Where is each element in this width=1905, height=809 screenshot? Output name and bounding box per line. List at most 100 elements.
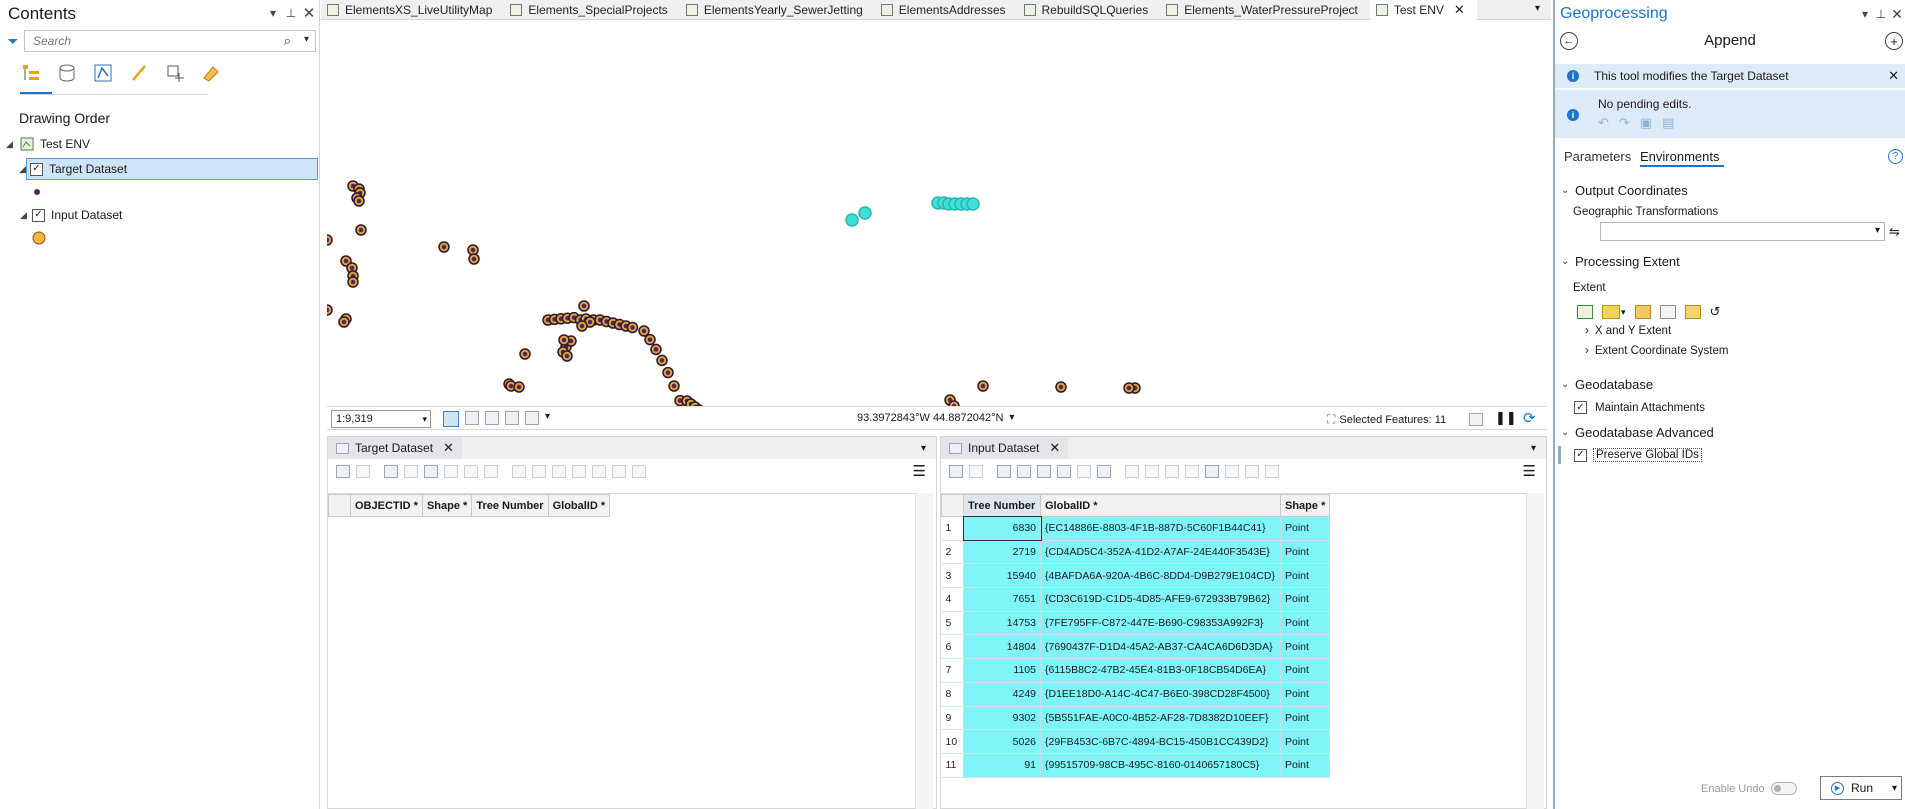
row-number[interactable]: 11 xyxy=(941,753,964,778)
globalid-cell[interactable]: {4BAFDA6A-920A-4B6C-8DD4-D9B279E104CD} xyxy=(1040,563,1281,589)
tab-overflow-icon[interactable]: ▾ xyxy=(1535,0,1551,19)
row-number[interactable]: 4 xyxy=(941,587,964,612)
crosshair-icon[interactable] xyxy=(505,411,519,425)
snapping-icon[interactable] xyxy=(485,411,499,425)
section-processing-extent[interactable]: ⌄ Processing Extent xyxy=(1561,254,1680,269)
globalid-cell[interactable]: {CD3C619D-C1D5-4D85-AFE9-672933B79B62} xyxy=(1040,587,1281,612)
selected-input-point[interactable] xyxy=(966,197,980,211)
column-header[interactable]: Shape * xyxy=(1279,494,1331,517)
row-number[interactable]: 3 xyxy=(941,563,964,589)
zoom-to-selection-icon[interactable] xyxy=(1017,464,1031,478)
section-geodatabase-advanced[interactable]: ⌄ Geodatabase Advanced xyxy=(1561,425,1714,440)
row-number[interactable]: 10 xyxy=(941,729,964,754)
close-icon[interactable]: ✕ xyxy=(1888,68,1899,84)
search-input[interactable] xyxy=(25,31,255,51)
pane-options-icon[interactable]: ▾ xyxy=(264,4,282,22)
shape-cell[interactable]: Point xyxy=(1280,611,1331,636)
table-row[interactable]: 6 14804 {7690437F-D1D4-45A2-AB37-CA4CA6D6D… xyxy=(941,634,1331,660)
close-icon[interactable]: ✕ xyxy=(1454,2,1465,18)
tab-input-dataset[interactable]: Input Dataset ✕ xyxy=(941,437,1069,459)
copy-selection-icon[interactable] xyxy=(1097,464,1111,478)
shape-cell[interactable]: Point xyxy=(1280,516,1331,541)
tree-number-cell[interactable]: 15940 xyxy=(963,563,1041,589)
chevron-down-icon[interactable]: ▾ xyxy=(1009,412,1014,424)
list-by-drawing-order-icon[interactable] xyxy=(20,62,42,84)
tree-number-cell[interactable]: 6830 xyxy=(962,515,1042,542)
globalid-cell[interactable]: {D1EE18D0-A14C-4C47-B6E0-398CD28F4500} xyxy=(1040,682,1281,707)
table-row[interactable]: 3 15940 {4BAFDA6A-920A-4B6C-8DD4-D9B279E10… xyxy=(941,563,1331,589)
column-header[interactable]: GlobalID * xyxy=(1040,494,1281,517)
table-row[interactable]: 7 1105 {6115B8C2-47B2-45E4-81B3-0F18CB54D6… xyxy=(941,658,1331,683)
help-icon[interactable]: ? xyxy=(1888,149,1903,164)
rotation-icon[interactable] xyxy=(1469,413,1483,426)
column-header[interactable]: Tree Number xyxy=(963,494,1041,517)
row-number[interactable]: 1 xyxy=(941,516,964,541)
column-header[interactable]: GlobalID * xyxy=(547,494,611,517)
list-by-labeling-icon[interactable] xyxy=(200,62,222,84)
tree-item-map[interactable]: ◢ Test ENV xyxy=(6,134,306,154)
shape-cell[interactable]: Point xyxy=(1280,658,1331,683)
tab-elements-waterpressureproject[interactable]: Elements_WaterPressureProject xyxy=(1160,0,1370,20)
tab-elementsaddresses[interactable]: ElementsAddresses xyxy=(875,0,1018,20)
chevron-down-icon[interactable]: ▾ xyxy=(921,443,926,454)
tree-number-cell[interactable]: 9302 xyxy=(963,706,1041,731)
intersect-extent-icon[interactable] xyxy=(1684,305,1701,319)
grid-icon[interactable] xyxy=(465,411,479,425)
section-geodatabase[interactable]: ⌄ Geodatabase xyxy=(1561,377,1653,392)
row-number[interactable]: 2 xyxy=(941,540,964,565)
layer-visibility-checkbox[interactable]: ✓ xyxy=(30,162,43,176)
close-icon[interactable]: ✕ xyxy=(300,4,318,22)
globalid-cell[interactable]: {CD4AD5C4-352A-41D2-A7AF-24E440F3543E} xyxy=(1040,540,1281,565)
select-by-attributes-icon[interactable] xyxy=(997,464,1011,478)
table-row[interactable]: 10 5026 {29FB453C-6B7C-4894-BC15-450B1CC43… xyxy=(941,729,1331,754)
switch-selection-icon[interactable] xyxy=(1037,464,1051,478)
filter-icon[interactable]: ⏷ xyxy=(6,33,20,49)
maintain-attachments-option[interactable]: ✓ Maintain Attachments xyxy=(1574,401,1705,414)
chevron-down-icon[interactable]: ▾ xyxy=(1892,783,1897,794)
chevron-down-icon[interactable]: ▾ xyxy=(422,414,427,425)
shape-cell[interactable]: Point xyxy=(1280,563,1331,589)
swap-transformation-icon[interactable]: ⇋ xyxy=(1889,224,1900,240)
close-icon[interactable]: ✕ xyxy=(1049,440,1060,456)
list-by-source-icon[interactable] xyxy=(56,62,78,84)
enable-undo-toggle[interactable]: Enable Undo xyxy=(1701,782,1797,795)
list-by-editing-icon[interactable] xyxy=(128,62,150,84)
map-frame-icon[interactable] xyxy=(443,411,459,427)
menu-icon[interactable]: ☰ xyxy=(1523,462,1536,480)
clear-selection-icon[interactable] xyxy=(1057,464,1071,478)
column-header[interactable]: OBJECTID * xyxy=(350,494,423,517)
selected-input-point[interactable] xyxy=(858,206,872,220)
list-by-selection-icon[interactable] xyxy=(92,62,114,84)
table-row[interactable]: 4 7651 {CD3C619D-C1D5-4D85-AFE9-672933B79B… xyxy=(941,587,1331,612)
section-output-coordinates[interactable]: ⌄ Output Coordinates xyxy=(1561,183,1688,198)
table-row[interactable]: 2 2719 {CD4AD5C4-352A-41D2-A7AF-24E440F354… xyxy=(941,540,1331,565)
tab-elementsyearly-sewerjetting[interactable]: ElementsYearly_SewerJetting xyxy=(680,0,875,20)
xy-extent-expander[interactable]: › X and Y Extent xyxy=(1585,325,1671,337)
map-canvas[interactable] xyxy=(327,21,1547,406)
collapse-icon[interactable]: ◢ xyxy=(20,210,30,221)
shape-cell[interactable]: Point xyxy=(1280,753,1331,778)
tab-parameters[interactable]: Parameters xyxy=(1564,149,1631,164)
globalid-cell[interactable]: {6115B8C2-47B2-45E4-81B3-0F18CB54D6EA} xyxy=(1040,658,1281,683)
column-header[interactable]: Shape * xyxy=(421,494,473,517)
pause-icon[interactable]: ❚❚ xyxy=(1495,410,1517,426)
shape-cell[interactable]: Point xyxy=(1280,540,1331,565)
reset-icon[interactable]: ↺ xyxy=(1710,304,1721,320)
chevron-down-icon[interactable]: ▾ xyxy=(1621,307,1626,318)
shape-cell[interactable]: Point xyxy=(1280,682,1331,707)
globalid-cell[interactable]: {29FB453C-6B7C-4894-BC15-450B1CC439D2} xyxy=(1040,729,1281,754)
tree-number-cell[interactable]: 2719 xyxy=(963,540,1041,565)
vertical-scrollbar[interactable] xyxy=(915,493,933,809)
scale-selector[interactable]: 1:9,319 ▾ xyxy=(331,410,431,428)
browse-folder-icon[interactable] xyxy=(1634,305,1651,319)
tree-number-cell[interactable]: 5026 xyxy=(963,729,1041,754)
tree-item-target-dataset[interactable]: ◢ ✓ Target Dataset xyxy=(19,158,318,180)
tab-environments[interactable]: Environments xyxy=(1640,149,1719,164)
add-field-icon[interactable] xyxy=(336,464,350,478)
preserve-global-ids-checkbox[interactable]: ✓ xyxy=(1574,448,1587,462)
map-view[interactable] xyxy=(327,21,1547,406)
globalid-cell[interactable]: {7FE795FF-C872-447E-B690-C98353A992F3} xyxy=(1040,611,1281,636)
selected-features-indicator[interactable]: ⛶ Selected Features: 11 xyxy=(1327,412,1446,427)
globalid-cell[interactable]: {5B551FAE-A0C0-4B52-AF28-7D8382D10EEF} xyxy=(1040,706,1281,731)
globalid-cell[interactable]: {7690437F-D1D4-45A2-AB37-CA4CA6D6D3DA} xyxy=(1040,634,1281,660)
